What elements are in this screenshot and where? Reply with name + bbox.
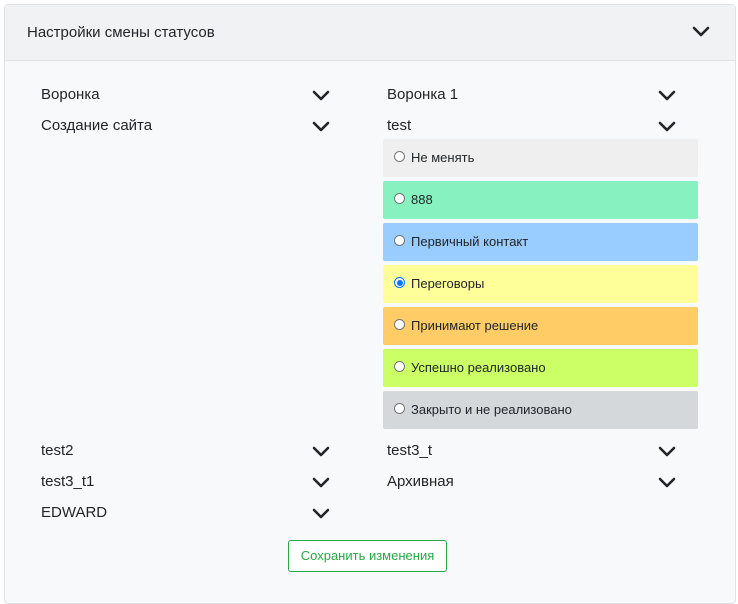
save-changes-button[interactable]: Сохранить изменения (288, 540, 447, 572)
status-option-label: Переговоры (411, 276, 485, 291)
chevron-down-icon[interactable] (657, 445, 677, 459)
radio-button[interactable] (394, 403, 405, 414)
chevron-down-icon[interactable] (691, 25, 711, 39)
status-option[interactable]: Закрыто и не реализовано (383, 391, 698, 429)
chevron-down-icon[interactable] (657, 476, 677, 490)
chevron-down-icon[interactable] (311, 445, 331, 459)
status-option[interactable]: Первичный контакт (383, 223, 698, 261)
status-option-label: 888 (411, 192, 433, 207)
status-option[interactable]: Принимают решение (383, 307, 698, 345)
status-option-label: Закрыто и не реализовано (411, 402, 572, 417)
card-header[interactable]: Настройки смены статусов (5, 5, 735, 61)
funnel-label: Воронка (41, 86, 100, 103)
status-option-label: Принимают решение (411, 318, 539, 333)
status-option[interactable]: Переговоры (383, 265, 698, 303)
chevron-down-icon[interactable] (657, 89, 677, 103)
status-options-list: Не менять 888 Первичный контакт Перегово… (383, 139, 698, 433)
status-option[interactable]: 888 (383, 181, 698, 219)
radio-button[interactable] (394, 151, 405, 162)
status-option-label: Успешно реализовано (411, 360, 546, 375)
chevron-down-icon[interactable] (311, 89, 331, 103)
chevron-down-icon[interactable] (311, 507, 331, 521)
funnel-label: test2 (41, 442, 74, 459)
funnel-label: EDWARD (41, 504, 108, 521)
funnel-label: Создание сайта (41, 117, 153, 134)
target-funnel-label: test (387, 117, 412, 134)
card-title: Настройки смены статусов (27, 24, 215, 41)
chevron-down-icon[interactable] (657, 120, 677, 134)
target-funnel-label: Архивная (387, 473, 454, 490)
radio-button[interactable] (394, 193, 405, 204)
radio-button[interactable] (394, 277, 405, 288)
status-option-label: Не менять (411, 150, 475, 165)
target-funnel-label: test3_t (387, 442, 433, 459)
status-option-label: Первичный контакт (411, 234, 529, 249)
radio-button[interactable] (394, 235, 405, 246)
status-option[interactable]: Успешно реализовано (383, 349, 698, 387)
target-funnel-label: Воронка 1 (387, 86, 459, 103)
chevron-down-icon[interactable] (311, 120, 331, 134)
radio-button[interactable] (394, 319, 405, 330)
radio-button[interactable] (394, 361, 405, 372)
status-option[interactable]: Не менять (383, 139, 698, 177)
funnel-label: test3_t1 (41, 473, 95, 490)
chevron-down-icon[interactable] (311, 476, 331, 490)
